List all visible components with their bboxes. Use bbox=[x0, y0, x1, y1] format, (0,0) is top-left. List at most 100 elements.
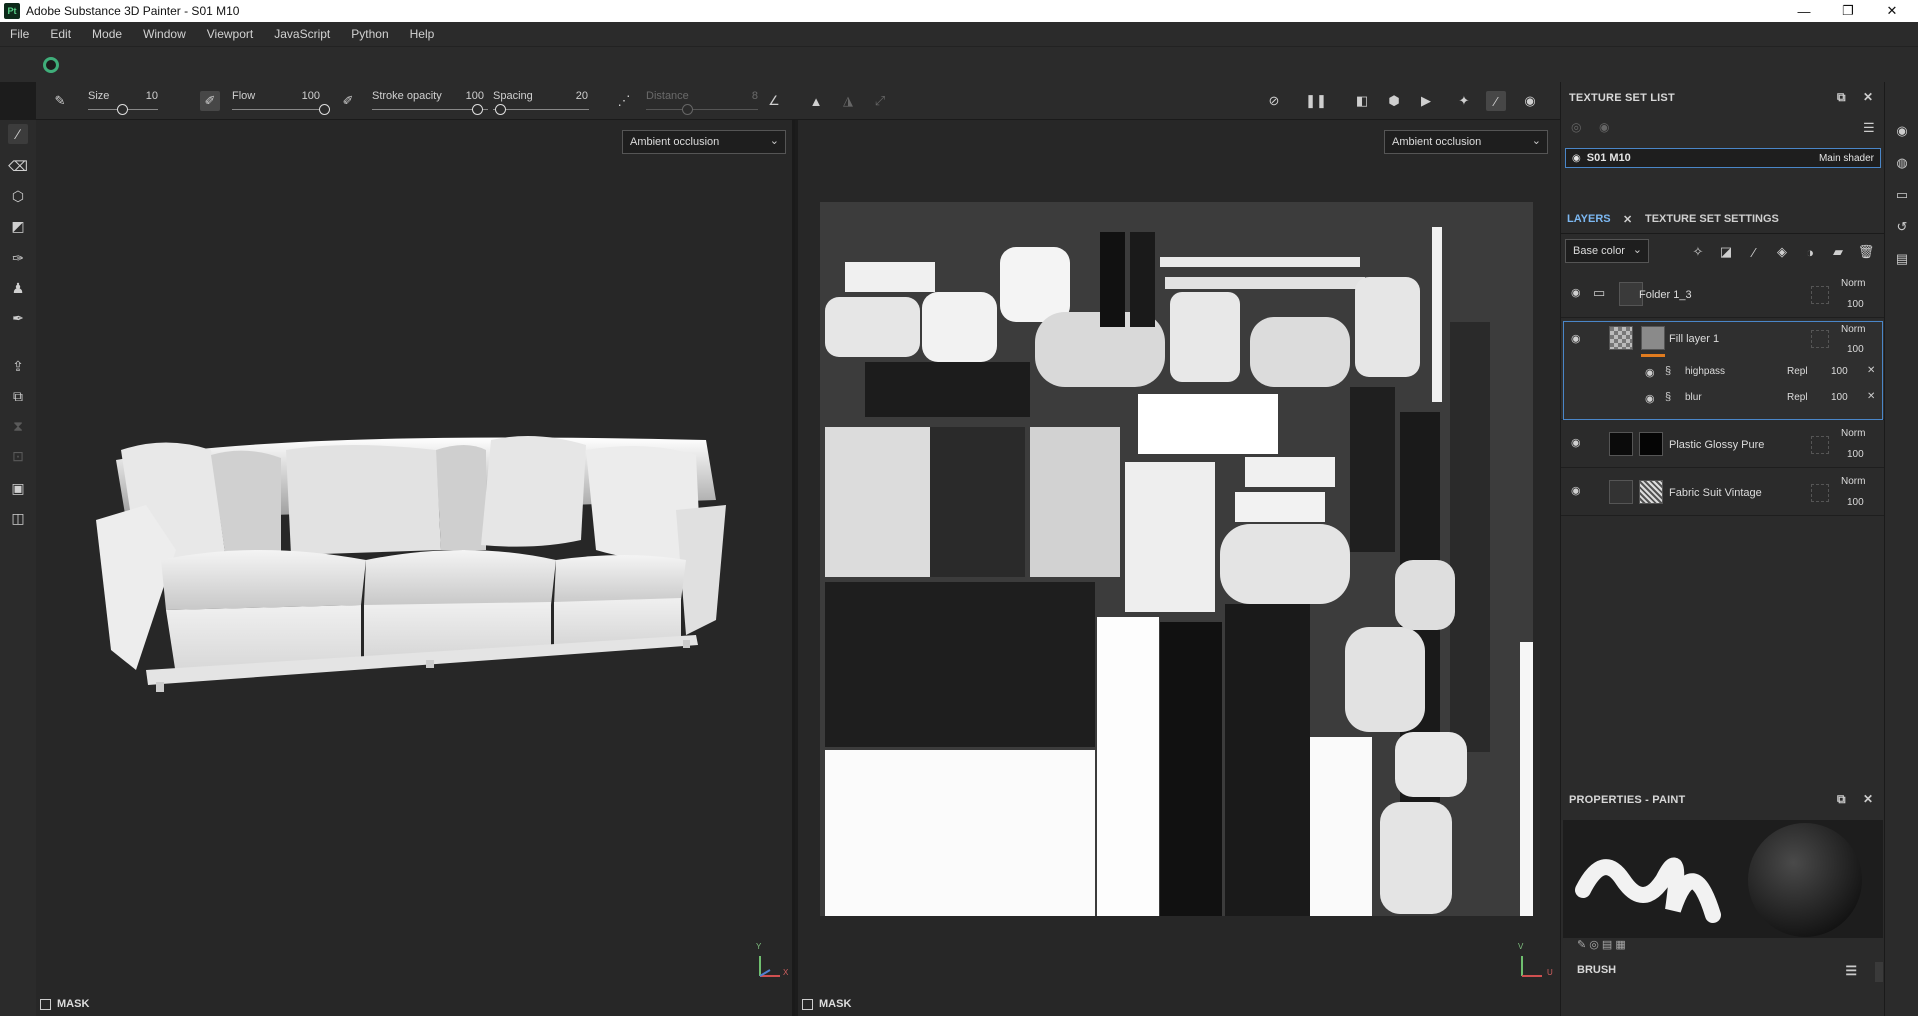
blend-mode[interactable]: Repl bbox=[1787, 366, 1808, 377]
layer-row-fabric[interactable]: ◉ Fabric Suit Vintage Norm 100 bbox=[1561, 470, 1885, 516]
paint-mode-icon[interactable]: ∕ bbox=[1486, 91, 1506, 111]
environment-icon[interactable]: ◍ bbox=[1893, 154, 1911, 172]
mask-slot[interactable] bbox=[1811, 330, 1829, 348]
stroke-opacity-slider-handle[interactable] bbox=[472, 104, 483, 115]
stroke-opacity-value[interactable]: 100 bbox=[460, 90, 484, 102]
layer-opacity[interactable]: 100 bbox=[1847, 497, 1864, 508]
layer-opacity[interactable]: 100 bbox=[1847, 344, 1864, 355]
mask-slot[interactable] bbox=[1811, 436, 1829, 454]
tab-close-icon[interactable]: ✕ bbox=[1623, 213, 1632, 226]
plugin-ring-icon[interactable] bbox=[43, 57, 59, 73]
texture-set-menu-icon[interactable]: ☰ bbox=[1863, 120, 1875, 136]
shading-mode-icon[interactable]: ✦ bbox=[1454, 91, 1474, 111]
properties-scrollbar[interactable] bbox=[1875, 962, 1883, 982]
blend-mode[interactable]: Norm bbox=[1841, 476, 1865, 487]
layer-row-fill[interactable]: ◉ Fill layer 1 Norm 100 ◉ § highpass Rep… bbox=[1561, 320, 1885, 420]
symmetry-icon[interactable]: ▲ bbox=[806, 91, 826, 111]
undock-icon[interactable]: ⧉ bbox=[1837, 792, 1846, 807]
viewport-2d[interactable]: Ambient occlusion ⌄ V U MASK bbox=[798, 120, 1560, 1016]
effect-name[interactable]: highpass bbox=[1685, 366, 1725, 377]
flow-value[interactable]: 100 bbox=[296, 90, 320, 102]
eye-icon[interactable]: ◉ bbox=[1571, 484, 1585, 498]
eye-icon[interactable]: ◉ bbox=[1571, 436, 1585, 450]
polygon-fill-icon[interactable]: ⧉ bbox=[8, 386, 28, 406]
menu-file[interactable]: File bbox=[10, 27, 29, 41]
blend-mode[interactable]: Norm bbox=[1841, 324, 1865, 335]
texture-set-shader[interactable]: Main shader bbox=[1819, 153, 1874, 164]
layer-opacity[interactable]: 100 bbox=[1847, 299, 1864, 310]
mask-slot[interactable] bbox=[1811, 484, 1829, 502]
split-view-icon[interactable]: ◧ bbox=[1352, 91, 1372, 111]
blend-mode[interactable]: Norm bbox=[1841, 278, 1865, 289]
effect-name[interactable]: blur bbox=[1685, 392, 1702, 403]
remove-effect-icon[interactable]: ✕ bbox=[1867, 365, 1875, 376]
smudge-tool-icon[interactable]: ✑ bbox=[8, 248, 28, 268]
add-folder-icon[interactable]: ▰ bbox=[1829, 243, 1847, 261]
layer-opacity[interactable]: 100 bbox=[1847, 449, 1864, 460]
menu-viewport[interactable]: Viewport bbox=[207, 27, 253, 41]
menu-javascript[interactable]: JavaScript bbox=[274, 27, 330, 41]
add-paint-layer-icon[interactable]: ∕ bbox=[1745, 243, 1763, 261]
flow-slider-track[interactable] bbox=[232, 109, 324, 110]
add-mask-icon[interactable]: ◪ bbox=[1717, 243, 1735, 261]
camera-icon[interactable]: ▶ bbox=[1416, 91, 1436, 111]
angle-icon[interactable]: ∠ bbox=[764, 91, 784, 111]
shelf-icon[interactable]: ▭ bbox=[1893, 186, 1911, 204]
maximize-button[interactable]: ❐ bbox=[1826, 0, 1870, 22]
export-icon[interactable]: ◫ bbox=[8, 508, 28, 528]
mask-checkbox[interactable] bbox=[40, 998, 51, 1010]
size-value[interactable]: 10 bbox=[136, 90, 158, 102]
history-icon[interactable]: ↺ bbox=[1893, 218, 1911, 236]
bake-tool-icon[interactable]: ⇪ bbox=[8, 356, 28, 376]
cube-view-icon[interactable]: ⬢ bbox=[1384, 91, 1404, 111]
effect-opacity[interactable]: 100 bbox=[1831, 366, 1848, 377]
brush-menu-icon[interactable]: ☰ bbox=[1845, 963, 1857, 979]
material-picker-icon[interactable]: ✒ bbox=[8, 308, 28, 328]
spacing-value[interactable]: 20 bbox=[564, 90, 588, 102]
texture-set-item[interactable]: ◉ S01 M10 Main shader bbox=[1565, 148, 1881, 168]
render-icon[interactable]: ▣ bbox=[8, 478, 28, 498]
brush-settings-icons[interactable]: ✎ ◎ ▤ ▦ bbox=[1577, 938, 1626, 951]
mask-toggle-2d[interactable]: MASK bbox=[798, 992, 851, 1016]
remove-effect-icon[interactable]: ✕ bbox=[1867, 391, 1875, 402]
eye-icon[interactable]: ◉ bbox=[1645, 366, 1659, 380]
viewport-3d-channel-select[interactable]: Ambient occlusion ⌄ bbox=[622, 130, 786, 154]
log-icon[interactable]: ▤ bbox=[1893, 250, 1911, 268]
layer-row-plastic[interactable]: ◉ Plastic Glossy Pure Norm 100 bbox=[1561, 422, 1885, 468]
eye-icon[interactable]: ◉ bbox=[1572, 153, 1581, 164]
spacing-slider-track[interactable] bbox=[493, 109, 589, 110]
size-slider-handle[interactable] bbox=[117, 104, 128, 115]
layer-row-folder[interactable]: ◉ ▭ Folder 1_3 Norm 100 bbox=[1561, 272, 1885, 318]
eye-icon[interactable]: ◉ bbox=[1571, 332, 1585, 346]
eye-icon[interactable]: ◉ bbox=[1645, 392, 1659, 406]
minimize-button[interactable]: — bbox=[1782, 0, 1826, 22]
pen-pressure-flow-icon[interactable]: ✐ bbox=[338, 91, 358, 111]
clone-tool-icon[interactable]: ♟ bbox=[8, 278, 28, 298]
add-smart-material-icon[interactable]: ◑ bbox=[1801, 243, 1819, 261]
viewport-3d[interactable]: Ambient occlusion ⌄ Y X MASK bbox=[36, 120, 795, 1016]
lazy-mouse-icon[interactable]: ✎ bbox=[50, 91, 70, 111]
mask-checkbox[interactable] bbox=[802, 998, 813, 1010]
layer-name[interactable]: Fill layer 1 bbox=[1669, 333, 1719, 345]
eye-icon[interactable]: ◉ bbox=[1571, 286, 1585, 300]
render-settings-icon[interactable]: ◉ bbox=[1893, 122, 1911, 140]
hide-icon[interactable]: ⊘ bbox=[1264, 91, 1284, 111]
menu-edit[interactable]: Edit bbox=[50, 27, 71, 41]
close-button[interactable]: ✕ bbox=[1870, 0, 1914, 22]
geometry-mask-tool-icon[interactable]: ◩ bbox=[8, 216, 28, 236]
brush-section-header[interactable]: BRUSH ☰ bbox=[1561, 954, 1885, 986]
menu-mode[interactable]: Mode bbox=[92, 27, 122, 41]
blend-mode[interactable]: Repl bbox=[1787, 392, 1808, 403]
pen-pressure-size-icon[interactable]: ✐ bbox=[200, 91, 220, 111]
stroke-opacity-slider-track[interactable] bbox=[372, 109, 488, 110]
effect-opacity[interactable]: 100 bbox=[1831, 392, 1848, 403]
eraser-tool-icon[interactable]: ⌫ bbox=[8, 156, 28, 176]
close-panel-icon[interactable]: ✕ bbox=[1863, 792, 1873, 806]
undock-icon[interactable]: ⧉ bbox=[1837, 90, 1846, 105]
mask-slot[interactable] bbox=[1811, 286, 1829, 304]
layer-name[interactable]: Folder 1_3 bbox=[1639, 289, 1692, 301]
mask-toggle-3d[interactable]: MASK bbox=[36, 992, 89, 1016]
delete-layer-icon[interactable]: 🗑 bbox=[1857, 243, 1875, 261]
spacing-slider-handle[interactable] bbox=[495, 104, 506, 115]
tab-texture-set-settings[interactable]: TEXTURE SET SETTINGS bbox=[1645, 213, 1779, 225]
